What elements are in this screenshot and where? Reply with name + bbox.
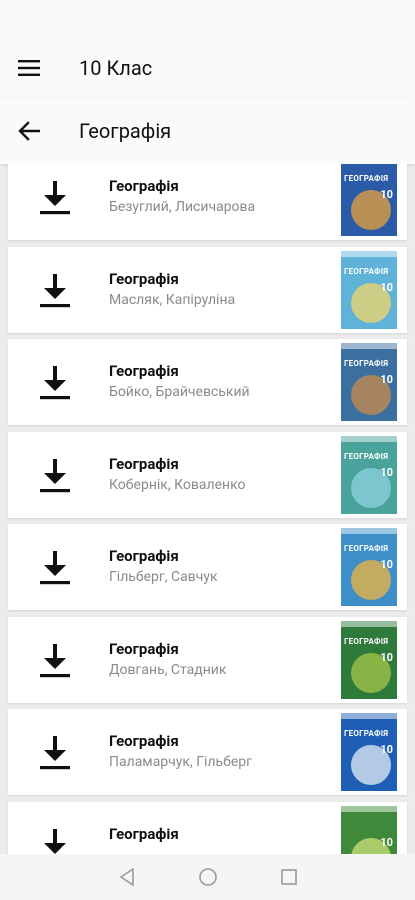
status-bar: [0, 0, 415, 38]
book-title: Географія: [109, 732, 179, 750]
book-title: Географія: [109, 362, 179, 380]
book-list-item[interactable]: Географія Довгань, Стадник Географія 10: [8, 616, 407, 703]
download-icon[interactable]: [35, 640, 75, 680]
cover-title-text: Географія: [344, 636, 389, 646]
book-cover-image[interactable]: Географія 10: [341, 435, 397, 514]
nav-recents-icon[interactable]: [280, 868, 298, 886]
download-icon[interactable]: [35, 825, 75, 855]
book-cover-image[interactable]: Географія 10: [341, 528, 397, 606]
cover-grade-number: 10: [380, 743, 393, 756]
book-title: Географія: [109, 547, 179, 565]
cover-title-text: Географія: [344, 359, 389, 368]
system-nav-bar: [0, 854, 415, 900]
book-cover-image[interactable]: 10: [341, 805, 397, 854]
book-authors: Бойко, Брайчевський: [109, 384, 250, 400]
arrow-back-icon: [18, 121, 40, 141]
menu-button[interactable]: [18, 38, 44, 98]
cover-grade-number: 10: [380, 558, 393, 571]
book-list[interactable]: Географія Безуглий, Лисичарова Географія…: [0, 164, 415, 854]
back-button[interactable]: [18, 98, 44, 164]
app-title: 10 Клас: [79, 56, 153, 80]
cover-title-text: Географія: [344, 266, 389, 276]
cover-grade-number: 10: [380, 188, 393, 201]
download-icon[interactable]: [35, 455, 75, 495]
book-authors: Безуглий, Лисичарова: [109, 199, 256, 215]
book-authors: Масляк, Капіруліна: [109, 291, 236, 308]
book-authors: Кобернік, Коваленко: [109, 476, 246, 493]
cover-title-text: Географія: [344, 729, 389, 738]
book-title: Географія: [109, 269, 179, 288]
book-list-item[interactable]: Географія Гільберг, Савчук Географія 10: [8, 524, 407, 610]
section-bar: Географія: [0, 98, 415, 164]
cover-title-text: Географія: [344, 451, 389, 461]
download-icon[interactable]: [35, 177, 75, 217]
book-cover-image[interactable]: Географія 10: [341, 620, 397, 699]
book-list-item[interactable]: Географія 10: [8, 801, 407, 855]
book-cover-image[interactable]: Географія 10: [341, 250, 397, 329]
book-title: Географія: [109, 824, 179, 843]
book-title: Географія: [109, 639, 179, 658]
nav-home-icon[interactable]: [198, 867, 218, 887]
book-authors: Гільберг, Савчук: [109, 569, 218, 585]
book-title: Географія: [109, 177, 179, 195]
cover-title-text: Географія: [344, 544, 389, 553]
book-list-item[interactable]: Географія Безуглий, Лисичарова Географія…: [8, 164, 407, 240]
book-cover-image[interactable]: Географія 10: [341, 164, 397, 236]
download-icon[interactable]: [35, 362, 75, 402]
download-icon[interactable]: [35, 547, 75, 587]
book-cover-image[interactable]: Географія 10: [341, 343, 397, 421]
book-list-item[interactable]: Географія Бойко, Брайчевський Географія …: [8, 339, 407, 425]
app-bar: 10 Клас: [0, 38, 415, 98]
book-title: Географія: [109, 454, 179, 473]
cover-grade-number: 10: [380, 650, 393, 664]
book-list-item[interactable]: Географія Масляк, Капіруліна Географія 1…: [8, 246, 407, 333]
nav-back-icon[interactable]: [118, 867, 136, 887]
book-list-item[interactable]: Географія Паламарчук, Гільберг Географія…: [8, 709, 407, 795]
book-list-item[interactable]: Географія Кобернік, Коваленко Географія …: [8, 431, 407, 518]
book-cover-image[interactable]: Географія 10: [341, 713, 397, 791]
download-icon[interactable]: [35, 732, 75, 772]
cover-title-text: Географія: [344, 174, 389, 183]
book-authors: Довгань, Стадник: [109, 661, 227, 678]
hamburger-menu-icon: [18, 60, 40, 76]
book-authors: Паламарчук, Гільберг: [109, 754, 253, 770]
cover-grade-number: 10: [380, 835, 393, 849]
cover-grade-number: 10: [380, 465, 393, 479]
section-title: Географія: [79, 119, 172, 143]
cover-grade-number: 10: [380, 280, 393, 294]
cover-grade-number: 10: [380, 373, 393, 386]
download-icon[interactable]: [35, 270, 75, 310]
